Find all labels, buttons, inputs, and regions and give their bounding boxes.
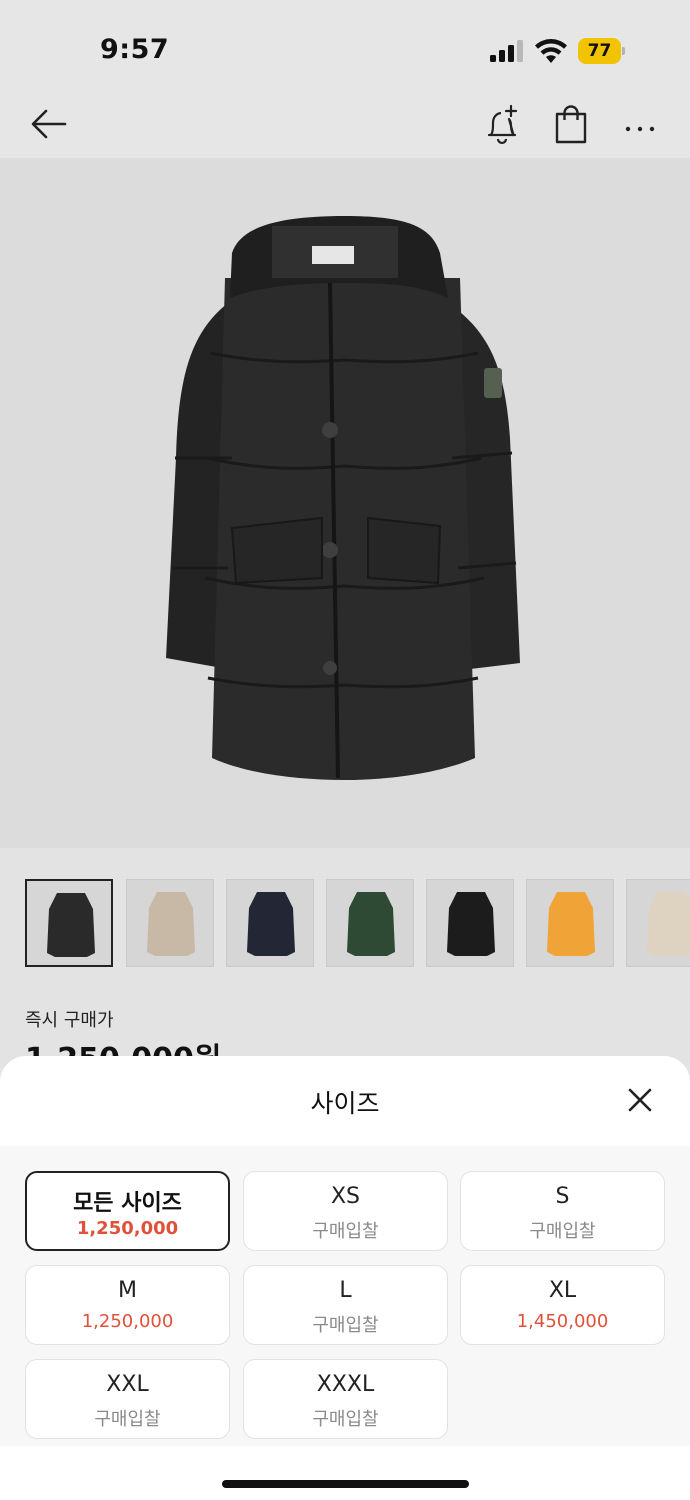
top-navigation xyxy=(0,96,690,158)
size-option-m[interactable]: M 1,250,000 xyxy=(25,1265,230,1345)
more-horizontal-icon[interactable] xyxy=(618,102,662,146)
size-price: 구매입찰 xyxy=(312,1315,379,1336)
product-image[interactable] xyxy=(0,158,690,848)
status-time: 9:57 xyxy=(100,34,170,65)
size-name: M xyxy=(118,1278,137,1303)
thumbnail-7[interactable] xyxy=(626,879,690,967)
thumbnail-strip xyxy=(0,848,690,988)
cellular-signal-icon xyxy=(490,40,523,62)
battery-percentage: 77 xyxy=(587,41,612,61)
size-name: XS xyxy=(330,1184,361,1209)
battery-indicator: 77 xyxy=(578,38,626,64)
size-price: 구매입찰 xyxy=(529,1221,596,1242)
size-option-xxxl[interactable]: XXXL 구매입찰 xyxy=(243,1359,448,1439)
price-label: 즉시 구매가 xyxy=(25,1010,114,1031)
down-coat-illustration xyxy=(166,216,520,780)
thumbnail-1[interactable] xyxy=(25,879,113,967)
size-price: 구매입찰 xyxy=(312,1221,379,1242)
size-name: L xyxy=(339,1278,352,1303)
size-grid: 모든 사이즈 1,250,000 XS 구매입찰 S 구매입찰 M 1,250,… xyxy=(0,1146,690,1446)
bell-plus-icon[interactable] xyxy=(480,102,524,146)
size-name: 모든 사이즈 xyxy=(73,1191,182,1216)
size-price: 구매입찰 xyxy=(94,1409,161,1430)
thumbnail-6[interactable] xyxy=(526,879,614,967)
status-bar: 9:57 77 xyxy=(0,0,690,96)
home-indicator[interactable] xyxy=(222,1480,469,1488)
size-option-xs[interactable]: XS 구매입찰 xyxy=(243,1171,448,1251)
shopping-bag-icon[interactable] xyxy=(549,102,593,146)
thumbnail-4[interactable] xyxy=(326,879,414,967)
close-icon[interactable] xyxy=(620,1080,660,1120)
size-name: XXXL xyxy=(316,1372,375,1397)
thumbnail-3[interactable] xyxy=(226,879,314,967)
size-price: 1,250,000 xyxy=(81,1311,174,1332)
thumbnail-2[interactable] xyxy=(126,879,214,967)
size-name: XXL xyxy=(106,1372,149,1397)
size-option-l[interactable]: L 구매입찰 xyxy=(243,1265,448,1345)
size-option-xl[interactable]: XL 1,450,000 xyxy=(460,1265,665,1345)
size-option-xxl[interactable]: XXL 구매입찰 xyxy=(25,1359,230,1439)
wifi-icon xyxy=(535,39,567,63)
size-price: 1,250,000 xyxy=(76,1218,179,1239)
arrow-left-icon[interactable] xyxy=(27,102,71,146)
size-name: S xyxy=(555,1184,570,1209)
thumbnail-5[interactable] xyxy=(426,879,514,967)
size-name: XL xyxy=(548,1278,577,1303)
sheet-title: 사이즈 xyxy=(310,1089,380,1118)
size-option-s[interactable]: S 구매입찰 xyxy=(460,1171,665,1251)
size-price: 구매입찰 xyxy=(312,1409,379,1430)
size-price: 1,450,000 xyxy=(516,1311,609,1332)
size-option-all[interactable]: 모든 사이즈 1,250,000 xyxy=(25,1171,230,1251)
size-bottom-sheet: 사이즈 모든 사이즈 1,250,000 XS 구매입찰 S 구매입찰 M 1,… xyxy=(0,1056,690,1500)
